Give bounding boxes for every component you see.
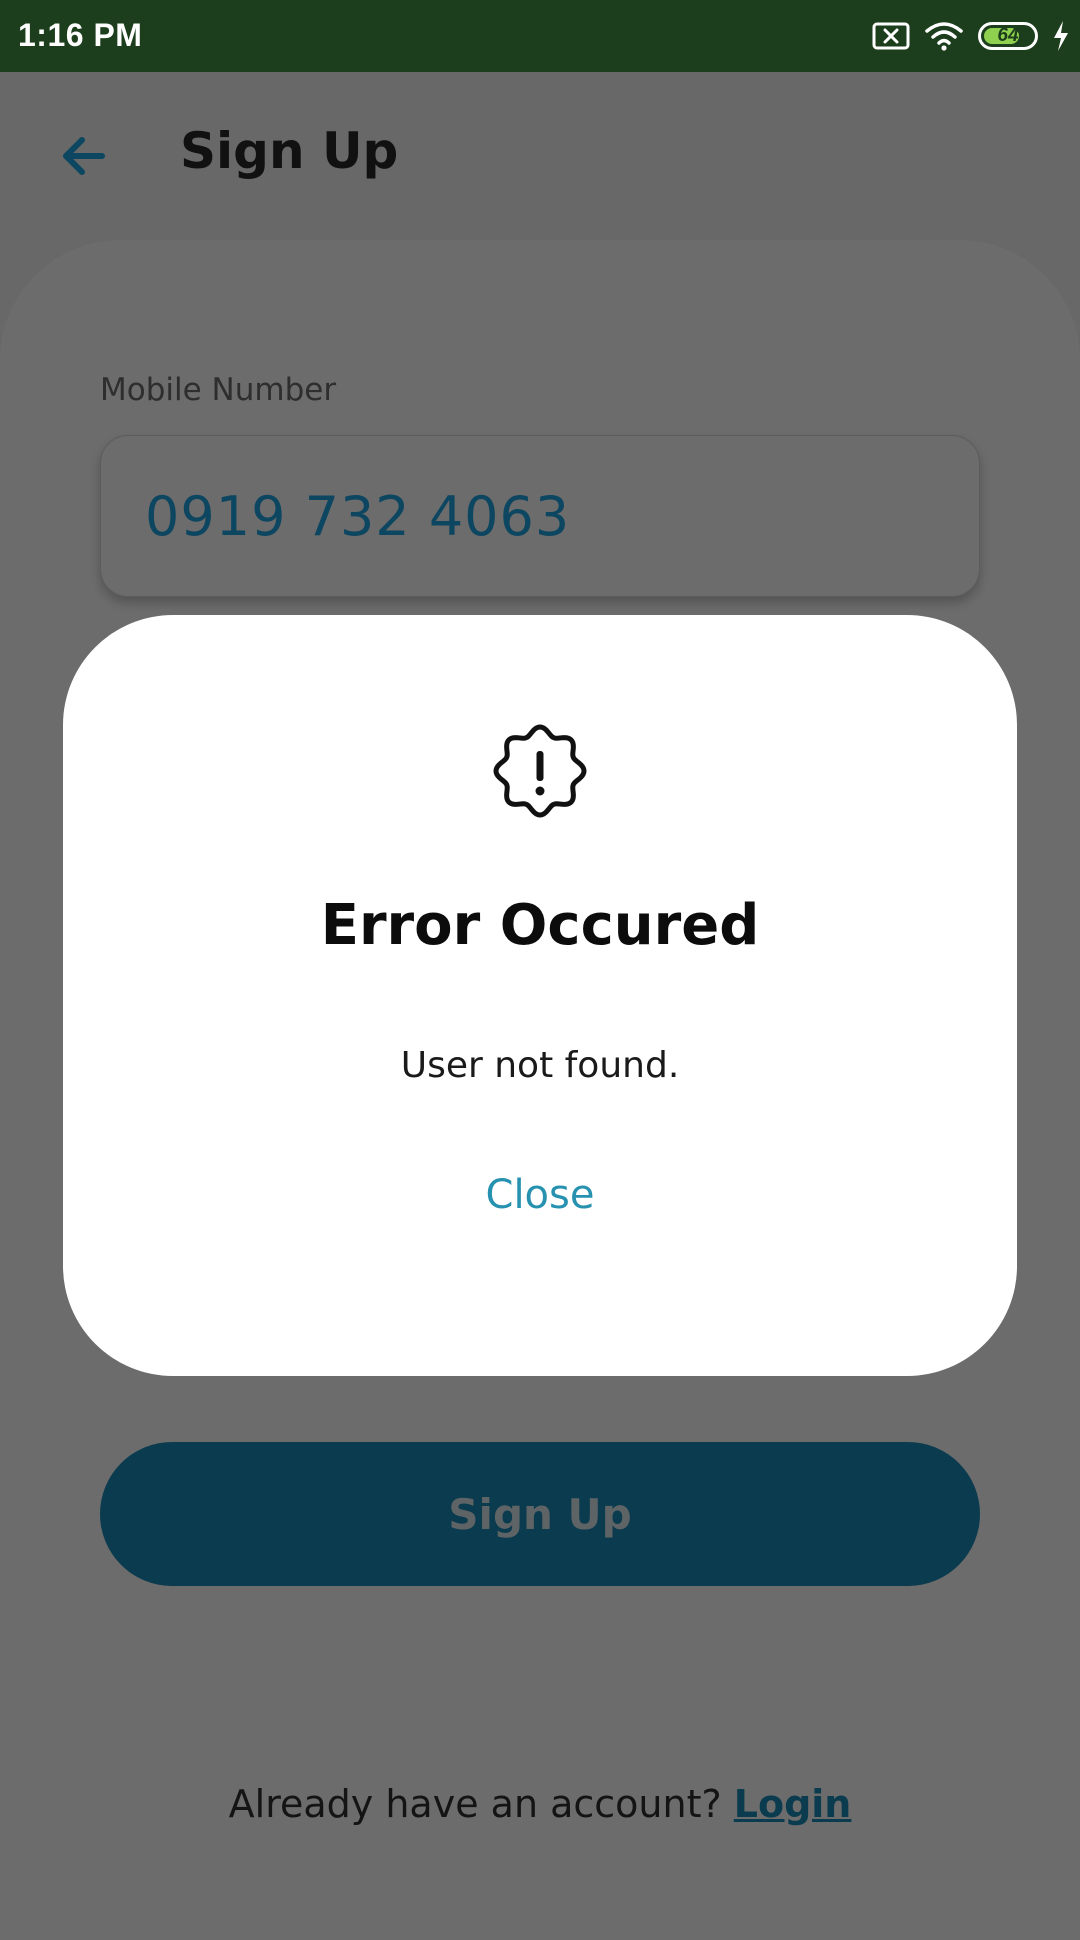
- battery-level: 64: [997, 25, 1019, 46]
- battery-icon: 64: [978, 22, 1038, 50]
- login-link[interactable]: Login: [734, 1782, 852, 1826]
- sign-up-button-label: Sign Up: [448, 1489, 632, 1539]
- status-bar: 1:16 PM 64: [0, 0, 1080, 72]
- charging-icon: [1054, 21, 1068, 51]
- arrow-left-icon[interactable]: [58, 128, 108, 184]
- mobile-number-field[interactable]: 0919 732 4063: [100, 435, 980, 597]
- mobile-number-label: Mobile Number: [100, 372, 337, 408]
- error-dialog: Error Occured User not found. Close: [63, 615, 1017, 1376]
- dialog-message: User not found.: [400, 1045, 680, 1086]
- close-button[interactable]: Close: [440, 1160, 640, 1230]
- dialog-title: Error Occured: [320, 893, 760, 958]
- login-prompt-text: Already have an account?: [228, 1782, 734, 1826]
- page-title: Sign Up: [180, 122, 399, 180]
- sim-none-icon: [872, 22, 910, 50]
- sign-up-button[interactable]: Sign Up: [100, 1442, 980, 1586]
- mobile-number-value: 0919 732 4063: [145, 484, 571, 548]
- status-time: 1:16 PM: [18, 17, 143, 53]
- alert-badge-icon: [493, 724, 587, 818]
- status-icons: 64: [872, 18, 1070, 54]
- wifi-icon: [925, 22, 963, 51]
- login-prompt: Already have an account? Login: [0, 1782, 1080, 1826]
